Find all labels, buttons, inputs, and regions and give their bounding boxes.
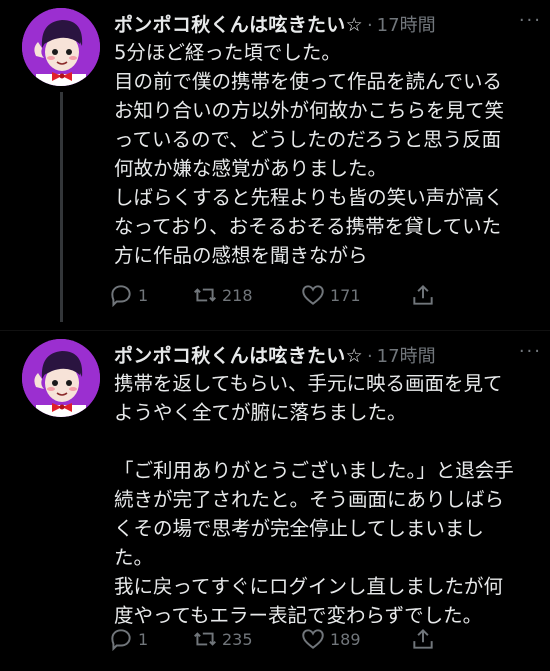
avatar-illustration: [22, 8, 100, 86]
avatar-illustration: [22, 339, 100, 417]
like-button[interactable]: 189: [300, 626, 410, 652]
avatar[interactable]: [22, 339, 100, 417]
like-count: 189: [330, 629, 361, 649]
heart-icon: [302, 629, 324, 649]
retweet-count: 218: [222, 285, 253, 305]
retweet-button[interactable]: 218: [192, 282, 300, 308]
tweet[interactable]: ··· ポンポコ秋くんは呟きたい☆ · 17時間 携帯を返してもらい、手元に映る…: [0, 330, 550, 661]
tweet-text: 携帯を返してもらい、手元に映る画面を見て ようやく全てが腑に落ちました。 「ご利…: [114, 372, 514, 627]
timestamp[interactable]: 17時間: [377, 11, 436, 37]
reply-icon: [111, 629, 131, 652]
author-name[interactable]: ポンポコ秋くんは呟きたい☆: [114, 10, 363, 37]
reply-button[interactable]: 1: [108, 282, 192, 308]
retweet-icon: [194, 288, 216, 302]
avatar[interactable]: [22, 8, 100, 86]
author-name[interactable]: ポンポコ秋くんは呟きたい☆: [114, 341, 363, 368]
tweet[interactable]: ··· ポンポコ秋くんは呟きたい☆ · 17時間 5分ほど経った頃でした。 目の…: [0, 0, 550, 330]
like-count: 171: [330, 285, 361, 305]
retweet-button[interactable]: 235: [192, 626, 300, 652]
action-bar: 1 218 171: [108, 280, 528, 310]
reply-button[interactable]: 1: [108, 626, 192, 652]
separator-dot: ·: [366, 15, 373, 36]
timestamp[interactable]: 17時間: [377, 342, 436, 368]
share-icon: [413, 284, 433, 305]
tweet-text: 5分ほど経った頃でした。 目の前で僕の携帯を使って作品を読んでいる お知り合いの…: [114, 41, 505, 267]
heart-icon: [302, 285, 324, 305]
retweet-icon: [194, 632, 216, 646]
reply-count: 1: [138, 629, 149, 649]
action-bar: 1 235 189: [108, 624, 528, 654]
reply-icon: [111, 285, 131, 308]
thread-connector-line: [60, 92, 63, 322]
share-button[interactable]: [410, 282, 450, 308]
like-button[interactable]: 171: [300, 282, 410, 308]
retweet-count: 235: [222, 629, 253, 649]
share-button[interactable]: [410, 626, 450, 652]
reply-count: 1: [138, 285, 149, 305]
separator-dot: ·: [366, 346, 373, 367]
share-icon: [413, 628, 433, 649]
